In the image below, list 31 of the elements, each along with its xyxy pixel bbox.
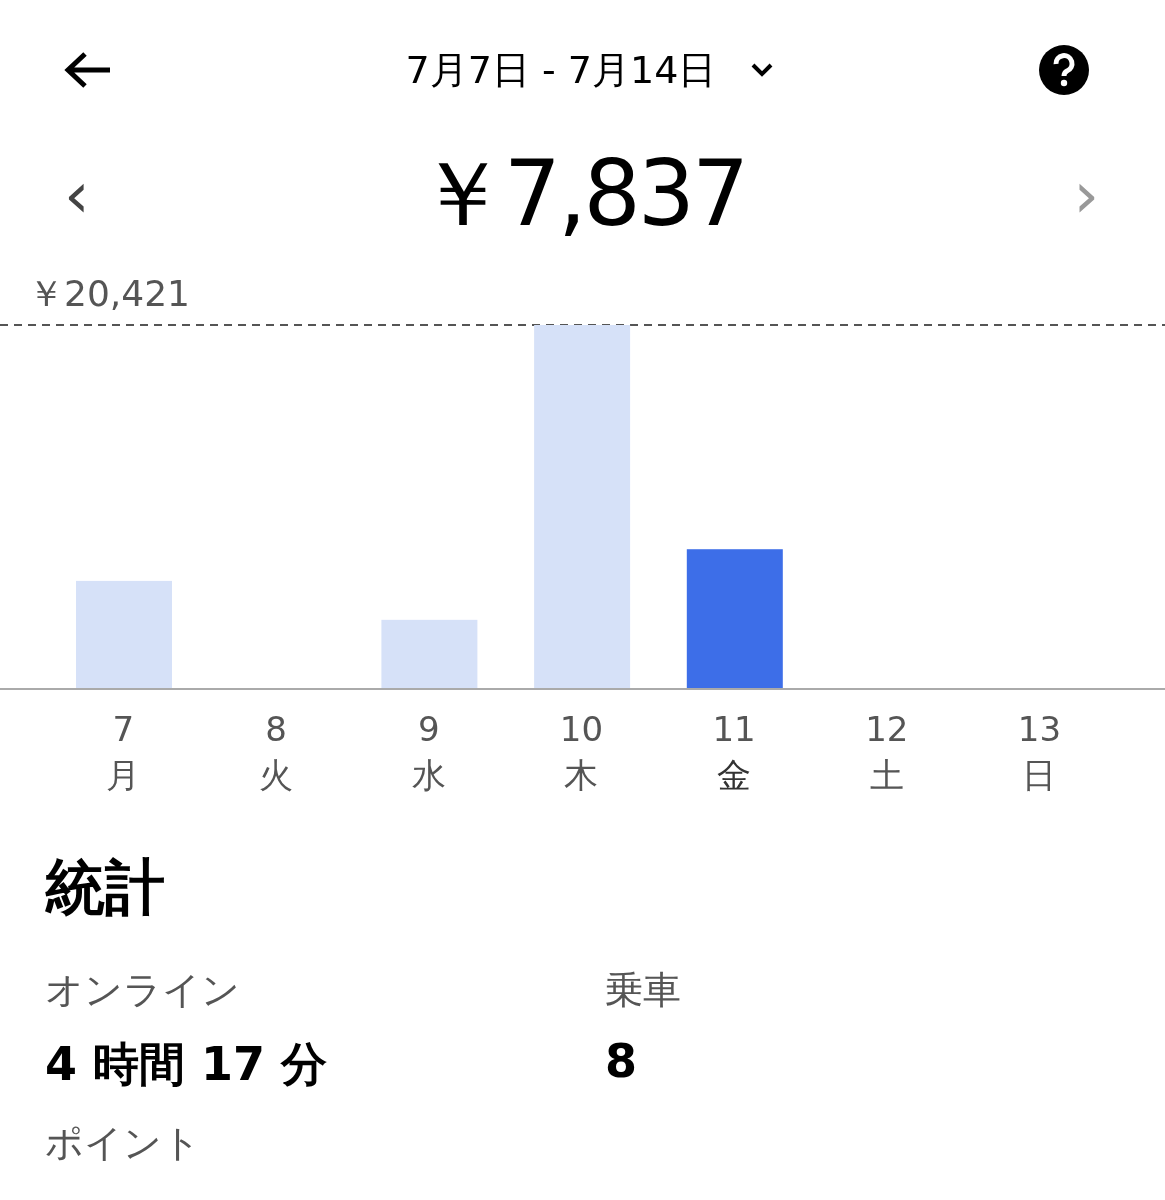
day-number: 8 — [265, 708, 287, 751]
day-number: 10 — [559, 708, 604, 751]
bar[interactable] — [686, 549, 783, 689]
weekday-label: 木 — [564, 754, 599, 797]
chevron-down-icon — [750, 62, 775, 78]
stat-label: オンライン — [45, 967, 241, 1014]
bar[interactable] — [76, 580, 172, 689]
weekday-label: 火 — [259, 754, 294, 797]
bar[interactable] — [534, 325, 631, 689]
back-arrow-icon[interactable] — [64, 51, 112, 89]
previous-week-button[interactable]: ‹ — [58, 158, 96, 232]
stat-value: 8 — [605, 1034, 638, 1088]
bar[interactable] — [381, 619, 478, 689]
max-value-label: ￥20,421 — [28, 273, 190, 314]
stat-label: ポイント — [45, 1121, 201, 1165]
date-range-dropdown[interactable]: 7月7日 - 7月14日 — [405, 44, 775, 96]
day-number: 11 — [712, 708, 756, 751]
weekday-label: 日 — [1022, 754, 1057, 797]
day-number: 12 — [865, 708, 909, 751]
day-number: 13 — [1017, 708, 1062, 751]
section-title: 統計 — [45, 851, 166, 924]
day-number: 7 — [112, 708, 135, 751]
weekday-label: 金 — [717, 754, 752, 797]
total-earnings: ￥7,837 — [416, 140, 747, 248]
weekday-label: 土 — [869, 754, 904, 797]
weekday-label: 水 — [411, 754, 446, 797]
day-number: 9 — [417, 708, 440, 751]
weekday-label: 月 — [106, 754, 141, 797]
stat-label: 乗車 — [605, 967, 682, 1014]
help-icon[interactable] — [1038, 44, 1090, 96]
stat-value: 4 時間 17 分 — [45, 1036, 329, 1093]
